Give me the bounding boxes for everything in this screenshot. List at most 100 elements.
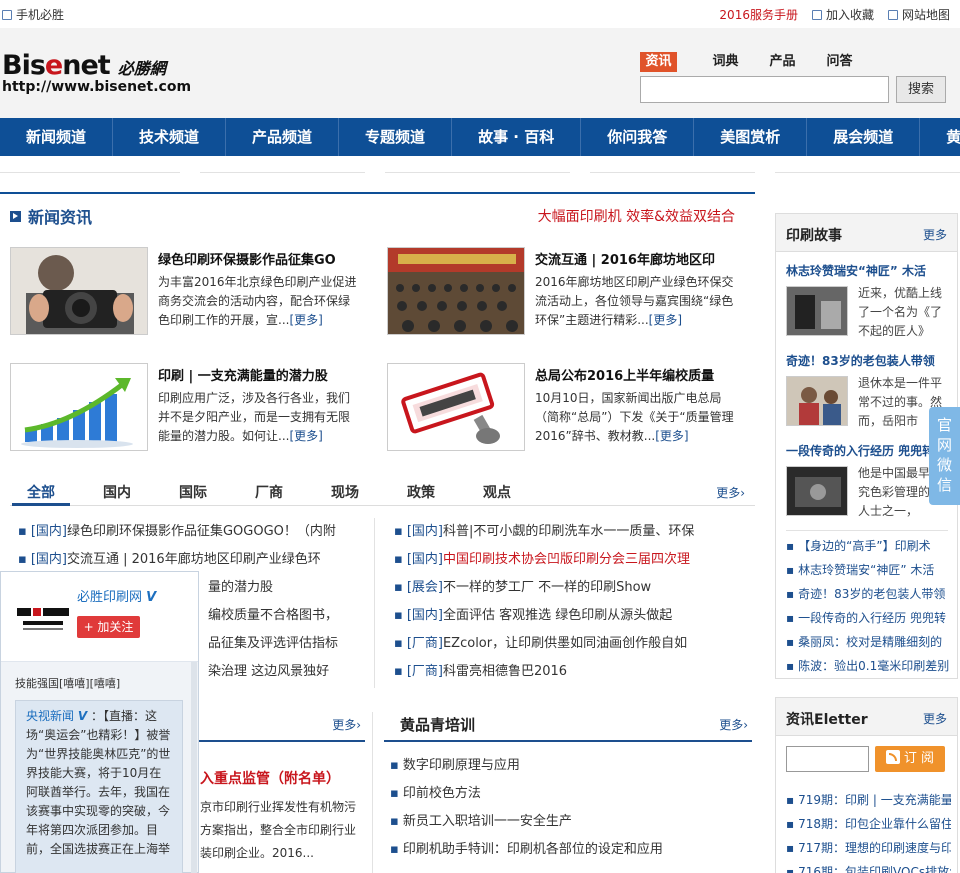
list-item[interactable]: ▪ [国内]科普|不可小觑的印刷洗车水一一质量、环保 xyxy=(394,518,744,546)
nav-gallery[interactable]: 美图赏析 xyxy=(694,118,808,156)
list-item[interactable]: ▪ 718期：印包企业靠什么留住 xyxy=(786,812,951,836)
news-title: 新闻资讯 xyxy=(28,208,93,227)
list-item[interactable]: ▪ 一段传奇的入行经历 兜兜转 xyxy=(786,606,951,630)
news-header: 新闻资讯 大幅面印刷机 效率&效益双结合 xyxy=(0,192,755,236)
news-title-wrap: 新闻资讯 xyxy=(10,204,92,228)
news-card[interactable]: 印刷 | 一支充满能量的潜力股 印刷应用广泛，涉及各行各业，我们并不是夕阳产业，… xyxy=(10,363,370,455)
nav-tech[interactable]: 技术频道 xyxy=(113,118,227,156)
search-button[interactable]: 搜索 xyxy=(896,76,946,103)
news-card-text: 为丰富2016年北京绿色印刷产业促进商务交流会的活动内容，配合环保绿色印刷工作的… xyxy=(158,273,358,330)
site-logo[interactable]: Bisenet 必勝網 http://www.bisenet.com xyxy=(2,50,192,100)
list-item[interactable]: ▪ 719期：印刷 | 一支充满能量 xyxy=(786,788,951,812)
search-tab-qa[interactable]: 问答 xyxy=(811,52,868,72)
story-title[interactable]: 奇迹！83岁的老包装人带领 xyxy=(786,352,956,369)
story-item[interactable]: 奇迹！83岁的老包装人带领 退休本是一件平常不过的事。然而，岳阳市 xyxy=(786,352,956,428)
subscribe-button[interactable]: 订 阅 xyxy=(875,746,945,772)
tab-manufacturers[interactable]: 厂商 xyxy=(255,482,283,502)
tab-opinion[interactable]: 观点 xyxy=(483,482,511,502)
service-manual-link[interactable]: 2016服务手册 xyxy=(719,6,798,23)
nav-stories[interactable]: 故事 · 百科 xyxy=(452,118,582,156)
column-divider xyxy=(372,712,373,873)
section-more-link[interactable]: 更多› xyxy=(719,716,748,733)
tab-all[interactable]: 全部 xyxy=(27,482,55,502)
news-card[interactable]: 总局公布2016上半年编校质量 10月10日，国家新闻出版广电总局（简称“总局”… xyxy=(387,363,747,455)
conference-photo[interactable] xyxy=(387,247,525,335)
news-card-title[interactable]: 绿色印刷环保摄影作品征集GO xyxy=(158,249,336,268)
news-card-title[interactable]: 印刷 | 一支充满能量的潜力股 xyxy=(158,365,328,384)
unqualified-stamp-image[interactable] xyxy=(387,363,525,451)
list-item[interactable]: ▪ [厂商]EZcolor，让印刷供墨如同油画创作般自如 xyxy=(394,630,744,658)
list-item[interactable]: ▪ [展会]不一样的梦工厂 不一样的印刷Show xyxy=(394,574,744,602)
tab-policy[interactable]: 政策 xyxy=(407,482,435,502)
tab-international[interactable]: 国际 xyxy=(179,482,207,502)
list-item[interactable]: ▪ 印刷机助手特训：印刷机各部位的设定和应用 xyxy=(390,836,750,864)
list-item[interactable]: ▪ [国内]全面评估 客观推选 绿色印刷从源头做起 xyxy=(394,602,744,630)
news-card[interactable]: 交流互通 | 2016年廊坊地区印 2016年廊坊地区印刷产业绿色环保交流活动上… xyxy=(387,247,747,339)
list-item-category: [厂商] xyxy=(406,664,443,679)
nav-exhibitions[interactable]: 展会频道 xyxy=(807,118,921,156)
nav-qa[interactable]: 你问我答 xyxy=(581,118,695,156)
list-item[interactable]: ▪ 数字印刷原理与应用 xyxy=(390,752,750,780)
story-item[interactable]: 林志玲赞瑞安“神匠” 木活 近来，优酷上线了一个名为《了不起的匠人》 xyxy=(786,262,956,338)
favorite-link[interactable]: 加入收藏 xyxy=(811,6,874,23)
list-item-text: 全面评估 客观推选 绿色印刷从源头做起 xyxy=(442,608,673,623)
news-card[interactable]: 绿色印刷环保摄影作品征集GO 为丰富2016年北京绿色印刷产业促进商务交流会的活… xyxy=(10,247,370,339)
weibo-account-name[interactable]: 必胜印刷网 V xyxy=(77,586,156,605)
news-card-title[interactable]: 总局公布2016上半年编校质量 xyxy=(535,365,714,384)
tabs-more-link[interactable]: 更多› xyxy=(716,484,745,501)
list-item-category: [国内] xyxy=(406,552,443,567)
story-image[interactable] xyxy=(786,466,848,516)
more-link[interactable]: [更多] xyxy=(649,313,682,327)
nav-huangpinqing[interactable]: 黄品青 xyxy=(920,118,960,156)
story-title[interactable]: 林志玲赞瑞安“神匠” 木活 xyxy=(786,262,956,279)
search-input[interactable] xyxy=(640,76,889,103)
story-image[interactable] xyxy=(786,376,848,426)
list-item-text: 印刷机助手特训：印刷机各部位的设定和应用 xyxy=(402,842,663,857)
more-link[interactable]: [更多] xyxy=(289,429,322,443)
news-card-title[interactable]: 交流互通 | 2016年廊坊地区印 xyxy=(535,249,715,268)
follow-button[interactable]: + 加关注 xyxy=(77,616,140,638)
list-item[interactable]: ▪ [国内]绿色印刷环保摄影作品征集GOGOGO！（内附 xyxy=(18,518,363,546)
weibo-avatar[interactable] xyxy=(13,594,73,634)
list-item[interactable]: ▪ 新员工入职培训一一安全生产 xyxy=(390,808,750,836)
official-wechat-tab[interactable]: 官网微信 xyxy=(929,407,960,505)
search-tab-news[interactable]: 资讯 xyxy=(640,52,677,72)
email-field[interactable] xyxy=(786,746,869,772)
section-more-link[interactable]: 更多› xyxy=(332,716,361,733)
nav-news[interactable]: 新闻频道 xyxy=(0,118,114,156)
more-link[interactable]: [更多] xyxy=(655,429,688,443)
stories-list: ▪ 【身边的“高手”】印刷术 ▪ 林志玲赞瑞安“神匠” 木活 ▪ 奇迹！83岁的老包装… xyxy=(786,534,951,678)
mobile-link[interactable]: 手机必胜 xyxy=(2,6,64,23)
banner-ad-link[interactable]: 大幅面印刷机 效率&效益双结合 xyxy=(538,206,735,226)
list-item[interactable]: ▪ 印前校色方法 xyxy=(390,780,750,808)
nav-topics[interactable]: 专题频道 xyxy=(339,118,453,156)
sitemap-link[interactable]: 网站地图 xyxy=(887,6,950,23)
eletter-more-link[interactable]: 更多 xyxy=(923,710,947,727)
search-tab-dictionary[interactable]: 词典 xyxy=(697,52,754,72)
section-headline[interactable]: 入重点监管（附名单） xyxy=(200,768,340,788)
list-item[interactable]: ▪ [国内]中国印刷技术协会凹版印刷分会三届四次理 xyxy=(394,546,744,574)
stories-more-link[interactable]: 更多 xyxy=(923,226,947,243)
more-link[interactable]: [更多] xyxy=(289,313,322,327)
eletter-title: 资讯Eletter xyxy=(786,712,868,728)
list-item[interactable]: ▪ [厂商]科雷亮相德鲁巴2016 xyxy=(394,658,744,686)
weibo-profile: 必胜印刷网 V + 加关注 xyxy=(1,572,198,662)
list-item[interactable]: ▪ 林志玲赞瑞安“神匠” 木活 xyxy=(786,558,951,582)
tab-domestic[interactable]: 国内 xyxy=(103,482,131,502)
growth-chart-image[interactable] xyxy=(10,363,148,451)
camera-photo[interactable] xyxy=(10,247,148,335)
list-item[interactable]: ▪ 奇迹！83岁的老包装人带领 xyxy=(786,582,951,606)
list-item[interactable]: ▪ [国内]交流互通 | 2016年廊坊地区印刷产业绿色环 xyxy=(18,546,363,574)
list-item[interactable]: ▪ 716期：包装印刷VOCs排放怎 xyxy=(786,860,951,873)
weibo-scrollbar[interactable] xyxy=(191,662,197,873)
list-item[interactable]: ▪ 陈波：验出0.1毫米印刷差别 xyxy=(786,654,951,678)
nav-products[interactable]: 产品频道 xyxy=(226,118,340,156)
list-item[interactable]: ▪ 【身边的“高手”】印刷术 xyxy=(786,534,951,558)
search-tab-products[interactable]: 产品 xyxy=(754,52,811,72)
post-source-link[interactable]: 央视新闻 xyxy=(26,709,74,723)
story-image[interactable] xyxy=(786,286,848,336)
list-item[interactable]: ▪ 桑丽凤：校对是精雕细刻的 xyxy=(786,630,951,654)
bookmark-icon xyxy=(811,9,822,20)
list-item[interactable]: ▪ 717期：理想的印刷速度与印 xyxy=(786,836,951,860)
tab-onsite[interactable]: 现场 xyxy=(331,482,359,502)
